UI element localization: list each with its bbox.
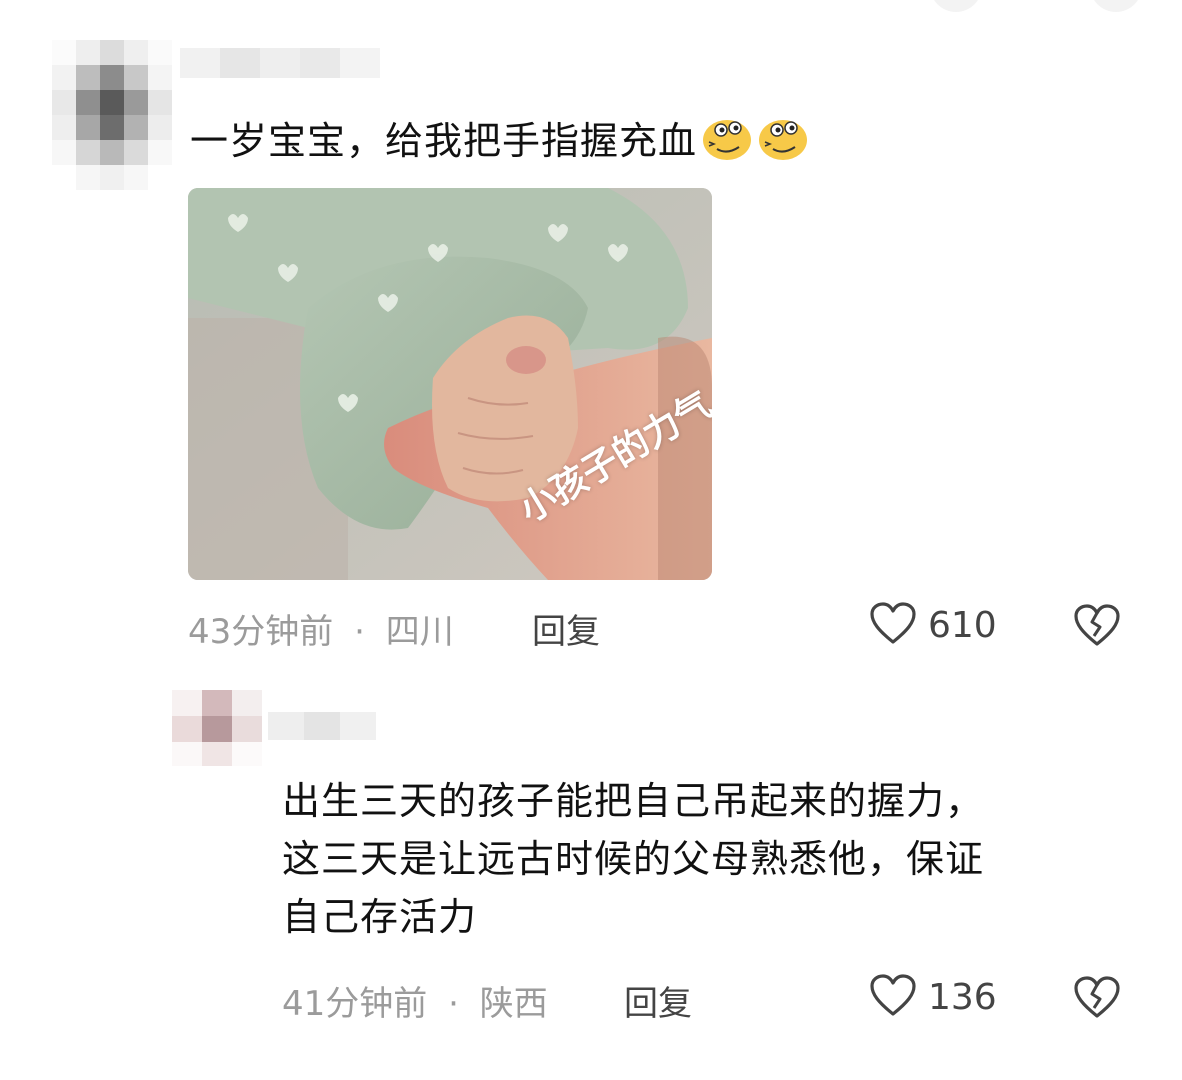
comment-time: 41分钟前 (282, 984, 428, 1024)
broken-heart-icon (1072, 604, 1122, 652)
like-count: 136 (928, 976, 997, 1018)
avatar[interactable] (52, 40, 172, 190)
comment-body: 一岁宝宝，给我把手指握充血 (190, 119, 698, 163)
comment-line: 自己存活力 (282, 895, 478, 939)
heart-outline-icon (868, 972, 918, 1022)
top-menu-button[interactable] (1090, 0, 1142, 12)
comment-line: 出生三天的孩子能把自己吊起来的握力， (282, 779, 985, 823)
like-button[interactable]: 136 (868, 972, 997, 1022)
username-blurred[interactable] (180, 48, 380, 78)
comment-meta: 43分钟前 · 四川 (188, 604, 454, 653)
comment-text: 一岁宝宝，给我把手指握充血 (190, 112, 809, 170)
smirk-face-emoji-icon (757, 116, 809, 162)
comment-meta: 41分钟前 · 陕西 (282, 976, 548, 1025)
meta-separator: · (448, 984, 459, 1024)
like-count: 610 (928, 604, 997, 646)
reply-button[interactable]: 回复 (532, 604, 600, 653)
comment-line: 这三天是让远古时候的父母熟悉他，保证 (282, 837, 985, 881)
top-action-button[interactable] (930, 0, 982, 12)
meta-separator: · (354, 612, 365, 652)
comment-time: 43分钟前 (188, 612, 334, 652)
dislike-button[interactable] (1072, 602, 1122, 652)
avatar[interactable] (172, 690, 262, 766)
like-button[interactable]: 610 (868, 600, 997, 650)
dislike-button[interactable] (1072, 974, 1122, 1024)
comment-location: 陕西 (479, 984, 548, 1024)
comment-text: 出生三天的孩子能把自己吊起来的握力， 这三天是让远古时候的父母熟悉他，保证 自己… (282, 772, 1162, 946)
comment-location: 四川 (385, 612, 454, 652)
smirk-face-emoji-icon (701, 116, 753, 162)
heart-outline-icon (868, 600, 918, 650)
username-blurred[interactable] (268, 712, 376, 740)
reply-button[interactable]: 回复 (624, 976, 692, 1025)
broken-heart-icon (1072, 976, 1122, 1024)
comment-photo[interactable]: 小孩子的力气 (188, 188, 712, 580)
